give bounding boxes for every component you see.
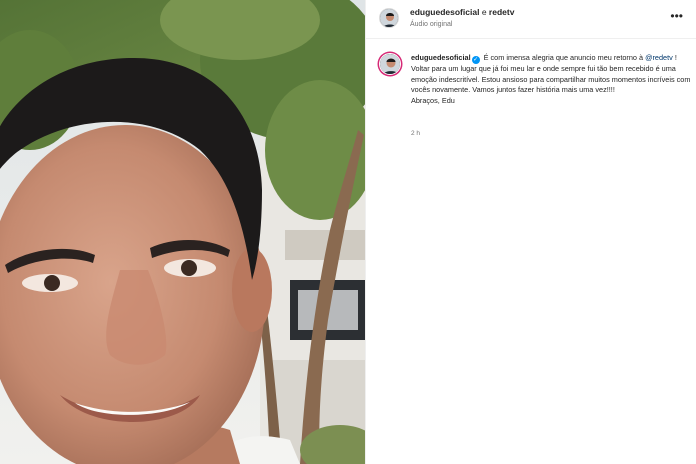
caption-username[interactable]: eduguedesoficial (411, 53, 471, 62)
avatar-image (380, 9, 398, 27)
caption-text: eduguedesoficial ✓ É com imensa alegria q… (411, 53, 691, 106)
author-username[interactable]: eduguedesoficial (410, 7, 479, 17)
more-horizontal-icon[interactable]: ••• (670, 10, 683, 22)
post-details-panel: eduguedesoficial e redetv Áudio original… (365, 0, 696, 464)
header-text: eduguedesoficial e redetv Áudio original (410, 7, 514, 30)
coauthor-username[interactable]: redetv (489, 7, 515, 17)
selfie-image (0, 0, 365, 464)
avatar-image (380, 54, 400, 74)
caption-signature: Abraços, Edu (411, 95, 455, 105)
author-connector: e (481, 7, 487, 17)
caption-body-start: É com imensa alegria que anuncio meu ret… (483, 53, 644, 62)
post-timestamp[interactable]: 2 h (411, 130, 420, 137)
mention-link[interactable]: @redetv (645, 53, 673, 62)
audio-label[interactable]: Áudio original (410, 20, 514, 30)
verified-badge-icon: ✓ (471, 56, 480, 64)
author-avatar[interactable] (379, 8, 399, 28)
post-photo[interactable] (0, 0, 365, 464)
caption-avatar[interactable] (379, 53, 401, 75)
post-header: eduguedesoficial e redetv Áudio original… (366, 0, 696, 39)
author-line: eduguedesoficial e redetv (410, 7, 514, 18)
